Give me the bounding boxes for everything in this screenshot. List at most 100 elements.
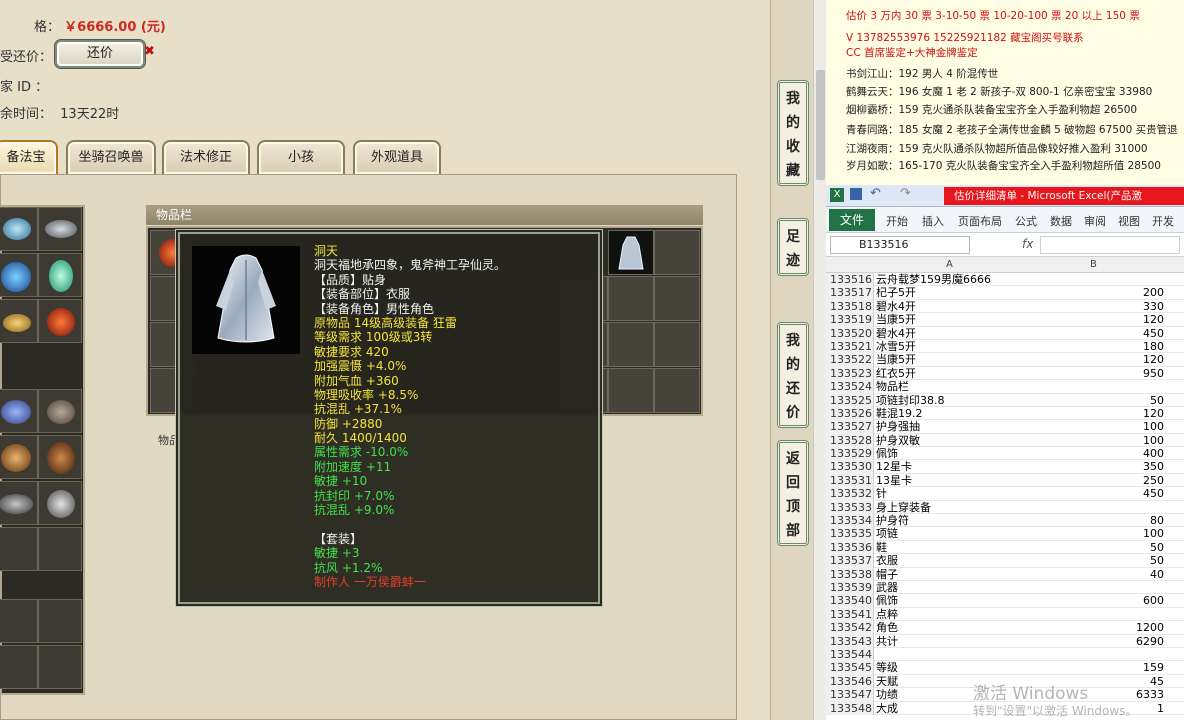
equip-slot[interactable]	[0, 299, 38, 343]
bag-slot[interactable]	[654, 322, 700, 367]
bag-slot[interactable]	[654, 276, 700, 321]
row-number[interactable]: 133534	[826, 514, 874, 528]
spreadsheet-row[interactable]: 133544	[826, 647, 1184, 662]
cell-b[interactable]: 100	[1026, 420, 1164, 433]
row-number[interactable]: 133530	[826, 460, 874, 474]
ribbon-tab-formulas[interactable]: 公式	[1015, 213, 1037, 229]
row-number[interactable]: 133528	[826, 433, 874, 448]
spreadsheet-row[interactable]: 133520 碧水4开 450	[826, 326, 1184, 340]
spreadsheet-row[interactable]: 133530 12星卡 350	[826, 460, 1184, 474]
bag-slot[interactable]	[608, 368, 654, 413]
cell-b[interactable]: 450	[1026, 487, 1164, 500]
cell-a[interactable]: 护身双敏	[876, 434, 920, 447]
spreadsheet-row[interactable]: 133534 护身符 80	[826, 514, 1184, 528]
spreadsheet-row[interactable]: 133532 针 450	[826, 487, 1184, 501]
cell-a[interactable]: 项链封印38.8	[876, 394, 945, 407]
column-b-header[interactable]: B	[1090, 259, 1097, 270]
equip-slot[interactable]	[0, 389, 38, 433]
cell-a[interactable]: 鞋	[876, 541, 887, 554]
row-number[interactable]: 133531	[826, 473, 874, 488]
equip-slot[interactable]	[0, 253, 38, 297]
equip-slot[interactable]	[0, 207, 38, 251]
equip-slot[interactable]	[0, 435, 38, 479]
tab-equipment[interactable]: 备法宝	[0, 140, 58, 174]
cell-b[interactable]: 1200	[1026, 621, 1164, 634]
cell-b[interactable]: 450	[1026, 327, 1164, 340]
cell-a[interactable]: 佩饰	[876, 594, 898, 607]
row-number[interactable]: 133517	[826, 286, 874, 300]
cell-a[interactable]: 红衣5开	[876, 367, 916, 380]
equip-slot[interactable]	[0, 599, 38, 643]
cell-a[interactable]: 角色	[876, 621, 898, 634]
back-to-top-button[interactable]: 返 回 顶 部	[777, 440, 809, 546]
cell-b[interactable]: 400	[1026, 447, 1164, 460]
cell-a[interactable]: 项链	[876, 527, 898, 540]
bargain-button[interactable]: 还价	[55, 40, 145, 68]
spreadsheet-row[interactable]: 133541 点粹	[826, 607, 1184, 622]
cell-a[interactable]: 鞋混19.2	[876, 407, 923, 420]
row-number[interactable]: 133536	[826, 540, 874, 555]
row-number[interactable]: 133543	[826, 634, 874, 648]
bag-slot[interactable]	[654, 368, 700, 413]
cell-a[interactable]: 护身强抽	[876, 420, 920, 433]
row-number[interactable]: 133529	[826, 447, 874, 461]
row-number[interactable]: 133524	[826, 380, 874, 394]
bag-slot[interactable]	[608, 322, 654, 367]
row-number[interactable]: 133532	[826, 487, 874, 501]
tab-appearance[interactable]: 外观道具	[353, 140, 441, 174]
cell-a[interactable]: 护身符	[876, 514, 909, 527]
cell-b[interactable]: 200	[1026, 286, 1164, 299]
cell-b[interactable]: 6290	[1026, 635, 1164, 648]
ribbon-tab-insert[interactable]: 插入	[922, 213, 944, 229]
spreadsheet-row[interactable]: 133517 杞子5开 200	[826, 286, 1184, 300]
spreadsheet-row[interactable]: 133543 共计 6290	[826, 634, 1184, 648]
cell-a[interactable]: 针	[876, 487, 887, 500]
spreadsheet-row[interactable]: 133535 项链 100	[826, 527, 1184, 541]
spreadsheet-row[interactable]: 133524 物品栏	[826, 380, 1184, 394]
bag-slot-robe[interactable]	[608, 230, 654, 275]
close-icon[interactable]: ✖	[144, 44, 155, 59]
cell-b[interactable]: 100	[1026, 434, 1164, 447]
row-number[interactable]: 133545	[826, 661, 874, 675]
row-number[interactable]: 133546	[826, 674, 874, 689]
cell-b[interactable]: 350	[1026, 460, 1164, 473]
cell-a[interactable]: 12星卡	[876, 460, 912, 473]
cell-a[interactable]: 衣服	[876, 554, 898, 567]
equip-slot[interactable]	[38, 299, 82, 343]
my-bargains-button[interactable]: 我 的 还 价	[777, 322, 809, 428]
row-number[interactable]: 133518	[826, 299, 874, 314]
cell-a[interactable]: 大成	[876, 702, 898, 715]
equip-slot[interactable]	[38, 645, 82, 689]
spreadsheet-row[interactable]: 133518 碧水4开 330	[826, 299, 1184, 314]
row-number[interactable]: 133544	[826, 647, 874, 662]
tab-spell-mods[interactable]: 法术修正	[162, 140, 250, 174]
cell-b[interactable]: 50	[1026, 394, 1164, 407]
fx-icon[interactable]: fx	[1022, 237, 1033, 251]
cell-a[interactable]: 13星卡	[876, 474, 912, 487]
equip-slot[interactable]	[38, 435, 82, 479]
spreadsheet-row[interactable]: 133533 身上穿装备	[826, 500, 1184, 515]
cell-b[interactable]: 50	[1026, 541, 1164, 554]
equip-slot[interactable]	[38, 253, 82, 297]
row-number[interactable]: 133533	[826, 500, 874, 515]
cell-a[interactable]: 云舟载梦159男魔6666	[876, 273, 991, 286]
spreadsheet-row[interactable]: 133519 当康5开 120	[826, 313, 1184, 327]
row-number[interactable]: 133519	[826, 313, 874, 327]
equip-slot[interactable]	[0, 481, 38, 525]
redo-icon[interactable]: ↷	[900, 186, 911, 201]
spreadsheet-row[interactable]: 133522 当康5开 120	[826, 353, 1184, 367]
spreadsheet-row[interactable]: 133521 冰雪5开 180	[826, 339, 1184, 354]
equip-slot[interactable]	[38, 599, 82, 643]
row-number[interactable]: 133539	[826, 580, 874, 595]
spreadsheet-row[interactable]: 133529 佩饰 400	[826, 447, 1184, 461]
cell-b[interactable]: 120	[1026, 407, 1164, 420]
row-number[interactable]: 133547	[826, 688, 874, 702]
row-number[interactable]: 133527	[826, 420, 874, 434]
row-number[interactable]: 133521	[826, 339, 874, 354]
cell-b[interactable]: 120	[1026, 353, 1164, 366]
spreadsheet-row[interactable]: 133523 红衣5开 950	[826, 366, 1184, 381]
spreadsheet-row[interactable]: 133539 武器	[826, 580, 1184, 595]
cell-b[interactable]: 950	[1026, 367, 1164, 380]
cell-b[interactable]: 50	[1026, 554, 1164, 567]
spreadsheet-row[interactable]: 133528 护身双敏 100	[826, 433, 1184, 448]
